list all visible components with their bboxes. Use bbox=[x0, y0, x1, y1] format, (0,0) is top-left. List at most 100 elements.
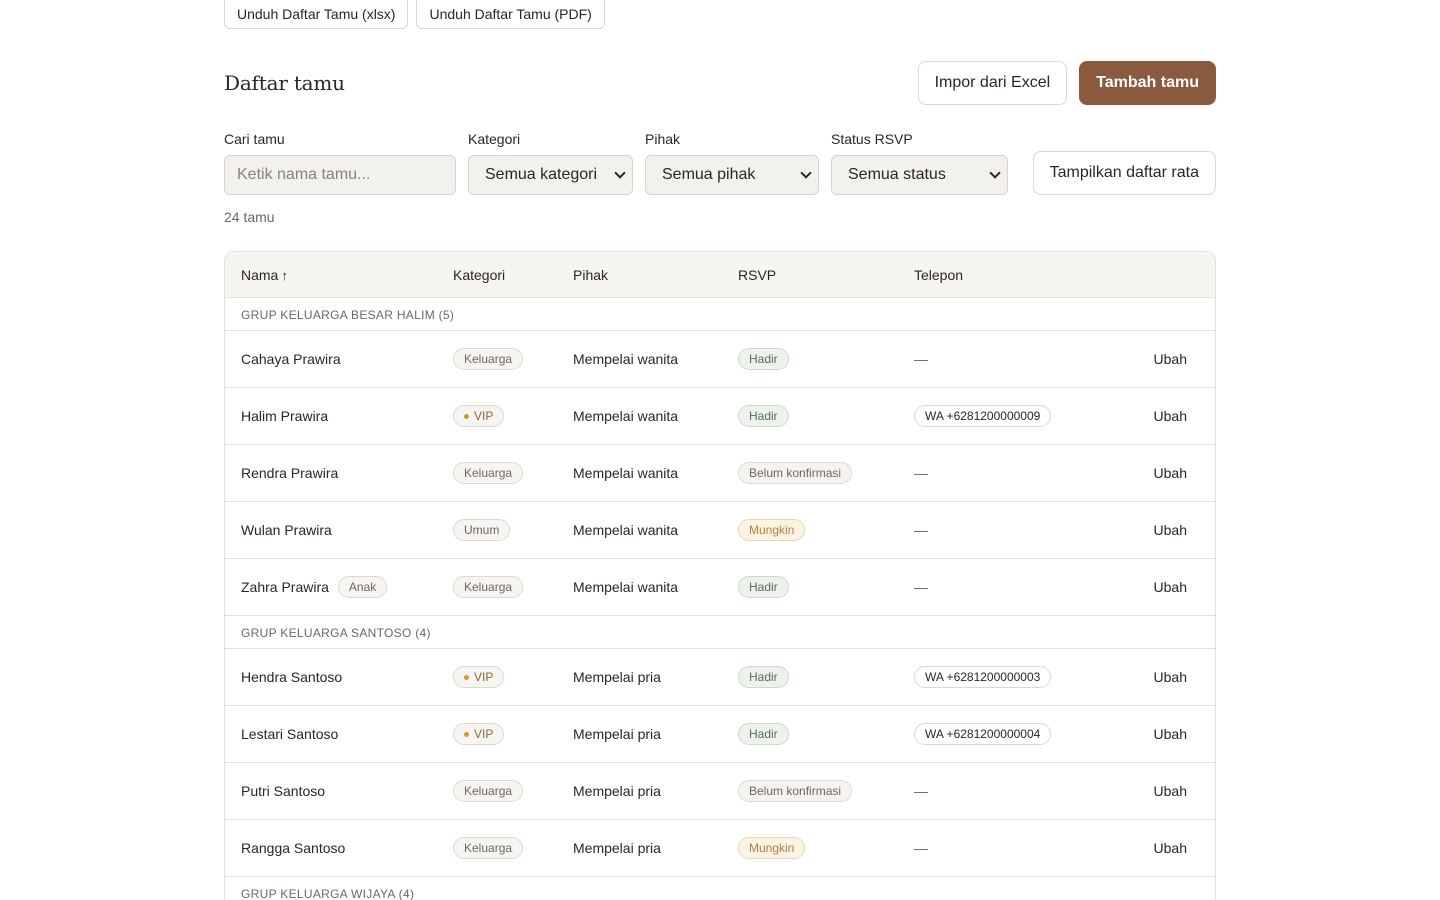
edit-guest-button[interactable]: Ubah bbox=[1154, 408, 1187, 424]
table-row[interactable]: Halim Prawira VIP Mempelai wanita Hadir WA +… bbox=[225, 388, 1215, 445]
cell-pihak: Mempelai pria bbox=[573, 649, 661, 705]
header-actions: Impor dari Excel Tambah tamu bbox=[917, 61, 1216, 105]
cell-rsvp: Belum konfirmasi bbox=[738, 763, 853, 819]
edit-guest-button[interactable]: Ubah bbox=[1154, 522, 1187, 538]
cell-telepon: — bbox=[914, 445, 928, 501]
rsvp-badge: Hadir bbox=[738, 405, 789, 427]
table-row[interactable]: Wulan Prawira Umum Mempelai wanita Mungkin —… bbox=[225, 502, 1215, 559]
cell-rsvp: Belum konfirmasi bbox=[738, 445, 853, 501]
edit-guest-button[interactable]: Ubah bbox=[1154, 726, 1187, 742]
filter-bar: Cari tamu Ketik nama tamu... Kategori Se… bbox=[224, 131, 1216, 195]
kategori-badge: Keluarga bbox=[453, 837, 524, 859]
table-row[interactable]: Hendra Santoso VIP Mempelai pria Hadir WA +6… bbox=[225, 649, 1215, 706]
empty-phone: — bbox=[914, 522, 928, 538]
table-row[interactable]: Zahra Prawira Anak Keluarga Mempelai wanita… bbox=[225, 559, 1215, 616]
table-row[interactable]: Rangga Santoso Keluarga Mempelai pria Mungk… bbox=[225, 820, 1215, 877]
whatsapp-phone-pill[interactable]: WA +6281200000004 bbox=[914, 723, 1052, 745]
kategori-select[interactable]: Semua kategori bbox=[468, 155, 633, 195]
guest-name: Halim Prawira bbox=[241, 408, 329, 424]
rsvp-badge: Mungkin bbox=[738, 837, 806, 859]
cell-pihak: Mempelai pria bbox=[573, 706, 661, 762]
edit-guest-button[interactable]: Ubah bbox=[1154, 579, 1187, 595]
search-label: Cari tamu bbox=[224, 131, 285, 147]
table-row[interactable]: Putri Santoso Keluarga Mempelai pria Belum … bbox=[225, 763, 1215, 820]
import-excel-button[interactable]: Impor dari Excel bbox=[917, 61, 1068, 105]
download-xlsx-button[interactable]: Unduh Daftar Tamu (xlsx) bbox=[224, 0, 409, 29]
pihak-text: Mempelai wanita bbox=[573, 408, 679, 424]
cell-kategori: VIP bbox=[453, 706, 505, 762]
cell-pihak: Mempelai wanita bbox=[573, 445, 678, 501]
pihak-text: Mempelai wanita bbox=[573, 522, 679, 538]
cell-aksi: Ubah bbox=[1154, 820, 1187, 876]
kategori-badge-label: VIP bbox=[474, 727, 494, 741]
chevron-down-icon bbox=[800, 167, 812, 179]
rsvp-badge: Belum konfirmasi bbox=[738, 462, 853, 484]
cell-aksi: Ubah bbox=[1154, 559, 1187, 615]
cell-rsvp: Mungkin bbox=[738, 502, 806, 558]
table-row[interactable]: Cahaya Prawira Keluarga Mempelai wanita Had… bbox=[225, 331, 1215, 388]
pihak-select-value: Semua pihak bbox=[662, 166, 756, 183]
table-row[interactable]: Rendra Prawira Keluarga Mempelai wanita Bel… bbox=[225, 445, 1215, 502]
vip-dot-icon bbox=[464, 674, 469, 680]
cell-aksi: Ubah bbox=[1154, 649, 1187, 705]
cell-nama: Zahra Prawira Anak bbox=[241, 559, 388, 615]
cell-pihak: Mempelai wanita bbox=[573, 388, 678, 444]
pihak-text: Mempelai pria bbox=[573, 726, 661, 742]
kategori-badge: Keluarga bbox=[453, 348, 524, 370]
cell-kategori: VIP bbox=[453, 649, 505, 705]
empty-phone: — bbox=[914, 351, 928, 367]
cell-aksi: Ubah bbox=[1154, 445, 1187, 501]
pihak-text: Mempelai wanita bbox=[573, 579, 679, 595]
page-title: Daftar tamu bbox=[224, 71, 345, 95]
pihak-filter: Pihak Semua pihak bbox=[645, 131, 819, 195]
status-select[interactable]: Semua status bbox=[831, 155, 1008, 195]
flat-list-toggle-button[interactable]: Tampilkan daftar rata bbox=[1032, 151, 1216, 195]
rsvp-badge: Mungkin bbox=[738, 519, 806, 541]
kategori-badge: VIP bbox=[453, 723, 505, 745]
column-rsvp: RSVP bbox=[738, 267, 777, 283]
cell-telepon: — bbox=[914, 502, 928, 558]
pihak-select[interactable]: Semua pihak bbox=[645, 155, 819, 195]
cell-nama: Rangga Santoso bbox=[241, 820, 345, 876]
column-nama[interactable]: Nama ↑ bbox=[241, 267, 288, 283]
cell-rsvp: Hadir bbox=[738, 388, 789, 444]
search-input[interactable]: Ketik nama tamu... bbox=[224, 155, 456, 195]
download-pdf-button[interactable]: Unduh Daftar Tamu (PDF) bbox=[416, 0, 605, 29]
pihak-text: Mempelai pria bbox=[573, 840, 661, 856]
edit-guest-button[interactable]: Ubah bbox=[1154, 465, 1187, 481]
add-guest-button[interactable]: Tambah tamu bbox=[1079, 61, 1216, 105]
column-pihak: Pihak bbox=[573, 267, 609, 283]
table-header: Nama ↑ Kategori Pihak RSVP Telepon bbox=[225, 252, 1215, 298]
guest-name: Zahra Prawira bbox=[241, 579, 329, 595]
cell-pihak: Mempelai pria bbox=[573, 820, 661, 876]
edit-guest-button[interactable]: Ubah bbox=[1154, 351, 1187, 367]
empty-phone: — bbox=[914, 579, 928, 595]
cell-aksi: Ubah bbox=[1154, 331, 1187, 387]
whatsapp-phone-pill[interactable]: WA +6281200000009 bbox=[914, 405, 1052, 427]
rsvp-badge: Belum konfirmasi bbox=[738, 780, 853, 802]
chevron-down-icon bbox=[614, 167, 626, 179]
rsvp-badge: Hadir bbox=[738, 666, 789, 688]
cell-nama: Cahaya Prawira bbox=[241, 331, 341, 387]
whatsapp-phone-pill[interactable]: WA +6281200000003 bbox=[914, 666, 1052, 688]
guest-name: Putri Santoso bbox=[241, 783, 326, 799]
guest-tag-badge: Anak bbox=[337, 576, 388, 598]
search-filter: Cari tamu Ketik nama tamu... bbox=[224, 131, 456, 195]
kategori-badge: Keluarga bbox=[453, 780, 524, 802]
edit-guest-button[interactable]: Ubah bbox=[1154, 669, 1187, 685]
edit-guest-button[interactable]: Ubah bbox=[1154, 840, 1187, 856]
cell-aksi: Ubah bbox=[1154, 763, 1187, 819]
cell-kategori: Keluarga bbox=[453, 445, 524, 501]
empty-phone: — bbox=[914, 783, 928, 799]
cell-rsvp: Hadir bbox=[738, 331, 789, 387]
edit-guest-button[interactable]: Ubah bbox=[1154, 783, 1187, 799]
column-nama-label: Nama bbox=[241, 267, 279, 283]
status-filter: Status RSVP Semua status bbox=[831, 131, 1008, 195]
kategori-badge: Keluarga bbox=[453, 462, 524, 484]
cell-telepon: WA +6281200000003 bbox=[914, 649, 1052, 705]
rsvp-badge: Hadir bbox=[738, 348, 789, 370]
vip-dot-icon bbox=[464, 413, 469, 419]
pihak-text: Mempelai pria bbox=[573, 783, 661, 799]
status-label: Status RSVP bbox=[831, 131, 913, 147]
table-row[interactable]: Lestari Santoso VIP Mempelai pria Hadir WA +… bbox=[225, 706, 1215, 763]
